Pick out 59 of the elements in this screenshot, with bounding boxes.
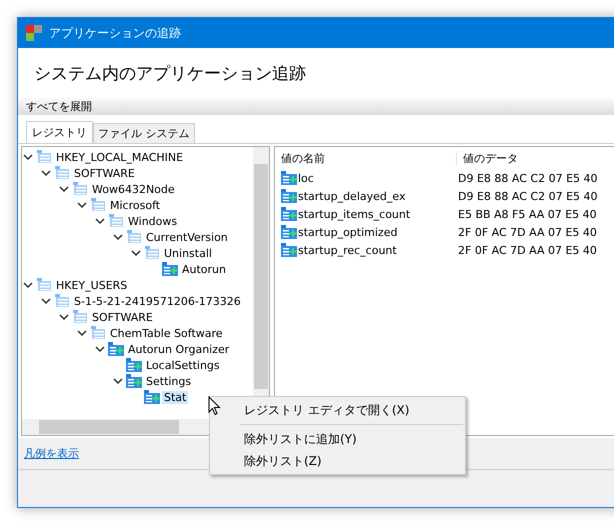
value-icon	[281, 171, 297, 185]
value-icon	[281, 243, 297, 257]
value-icon	[281, 189, 297, 203]
tree-item[interactable]: Wow6432Node	[90, 182, 177, 196]
value-data: 2F 0F AC 7D AA 07 E5 40	[457, 244, 597, 256]
registry-key-icon	[126, 230, 142, 244]
tree-item[interactable]: LocalSettings	[144, 358, 222, 372]
tree-item[interactable]: Uninstall	[162, 246, 214, 260]
registry-key-icon	[90, 326, 106, 340]
tree-item[interactable]: CurrentVersion	[144, 230, 230, 244]
menu-item[interactable]: 除外リストに追加(Y)	[210, 428, 465, 450]
tracked-key-icon	[144, 390, 160, 404]
tracked-key-icon	[126, 358, 142, 372]
registry-key-icon	[144, 246, 160, 260]
window-title: アプリケーションの追跡	[49, 24, 181, 42]
registry-key-icon	[36, 150, 52, 164]
tree-item[interactable]: HKEY_LOCAL_MACHINE	[54, 150, 186, 164]
tree-item[interactable]: Autorun Organizer	[126, 342, 232, 356]
value-data: D9 E8 88 AC C2 07 E5 40	[457, 172, 598, 184]
registry-key-icon	[72, 182, 88, 196]
tree-item[interactable]: Microsoft	[108, 198, 162, 212]
tree-item[interactable]: Windows	[126, 214, 180, 228]
value-icon	[281, 225, 297, 239]
value-name: startup_rec_count	[298, 244, 397, 256]
value-name: startup_items_count	[298, 208, 410, 220]
tree-item[interactable]: HKEY_USERS	[54, 278, 130, 292]
value-icon	[281, 207, 297, 221]
menu-item[interactable]: 除外リスト(Z)	[210, 450, 465, 472]
tree-item[interactable]: Stat	[162, 390, 188, 404]
value-data: 2F 0F AC 7D AA 07 E5 40	[457, 226, 597, 238]
registry-key-icon	[108, 214, 124, 228]
value-data: D9 E8 88 AC C2 07 E5 40	[457, 190, 598, 202]
value-name: loc	[298, 172, 314, 184]
registry-key-icon	[54, 166, 70, 180]
registry-key-icon	[54, 294, 70, 308]
mouse-pointer-icon	[208, 396, 221, 416]
app-logo-icon	[26, 25, 42, 41]
column-header[interactable]: 値の名前	[275, 150, 457, 166]
tab[interactable]: レジストリ	[26, 121, 93, 143]
tree-item[interactable]: ChemTable Software	[108, 326, 225, 340]
value-name: startup_delayed_ex	[298, 190, 406, 202]
tree-item[interactable]: Autorun	[180, 262, 228, 276]
registry-key-icon	[90, 198, 106, 212]
expand-all-button[interactable]: すべてを展開	[18, 99, 92, 114]
tree-item[interactable]: SOFTWARE	[72, 166, 137, 180]
registry-key-icon	[72, 310, 88, 324]
tracked-key-icon	[126, 374, 142, 388]
tracked-key-icon	[108, 342, 124, 356]
column-header[interactable]: 値のデータ	[457, 150, 518, 166]
tab[interactable]: ファイル システム	[93, 123, 194, 143]
tree-item[interactable]: SOFTWARE	[90, 310, 155, 324]
registry-key-icon	[36, 278, 52, 292]
tree-item[interactable]: Settings	[144, 374, 194, 388]
value-name: startup_optimized	[298, 226, 398, 238]
page-heading: システム内のアプリケーション追跡	[34, 62, 306, 84]
value-data: E5 BB A8 F5 AA 07 E5 40	[457, 208, 597, 220]
tree-item[interactable]: S-1-5-21-2419571206-173326	[72, 294, 243, 308]
legend-link[interactable]: 凡例を表示	[24, 447, 79, 460]
tracked-key-icon	[162, 262, 178, 276]
